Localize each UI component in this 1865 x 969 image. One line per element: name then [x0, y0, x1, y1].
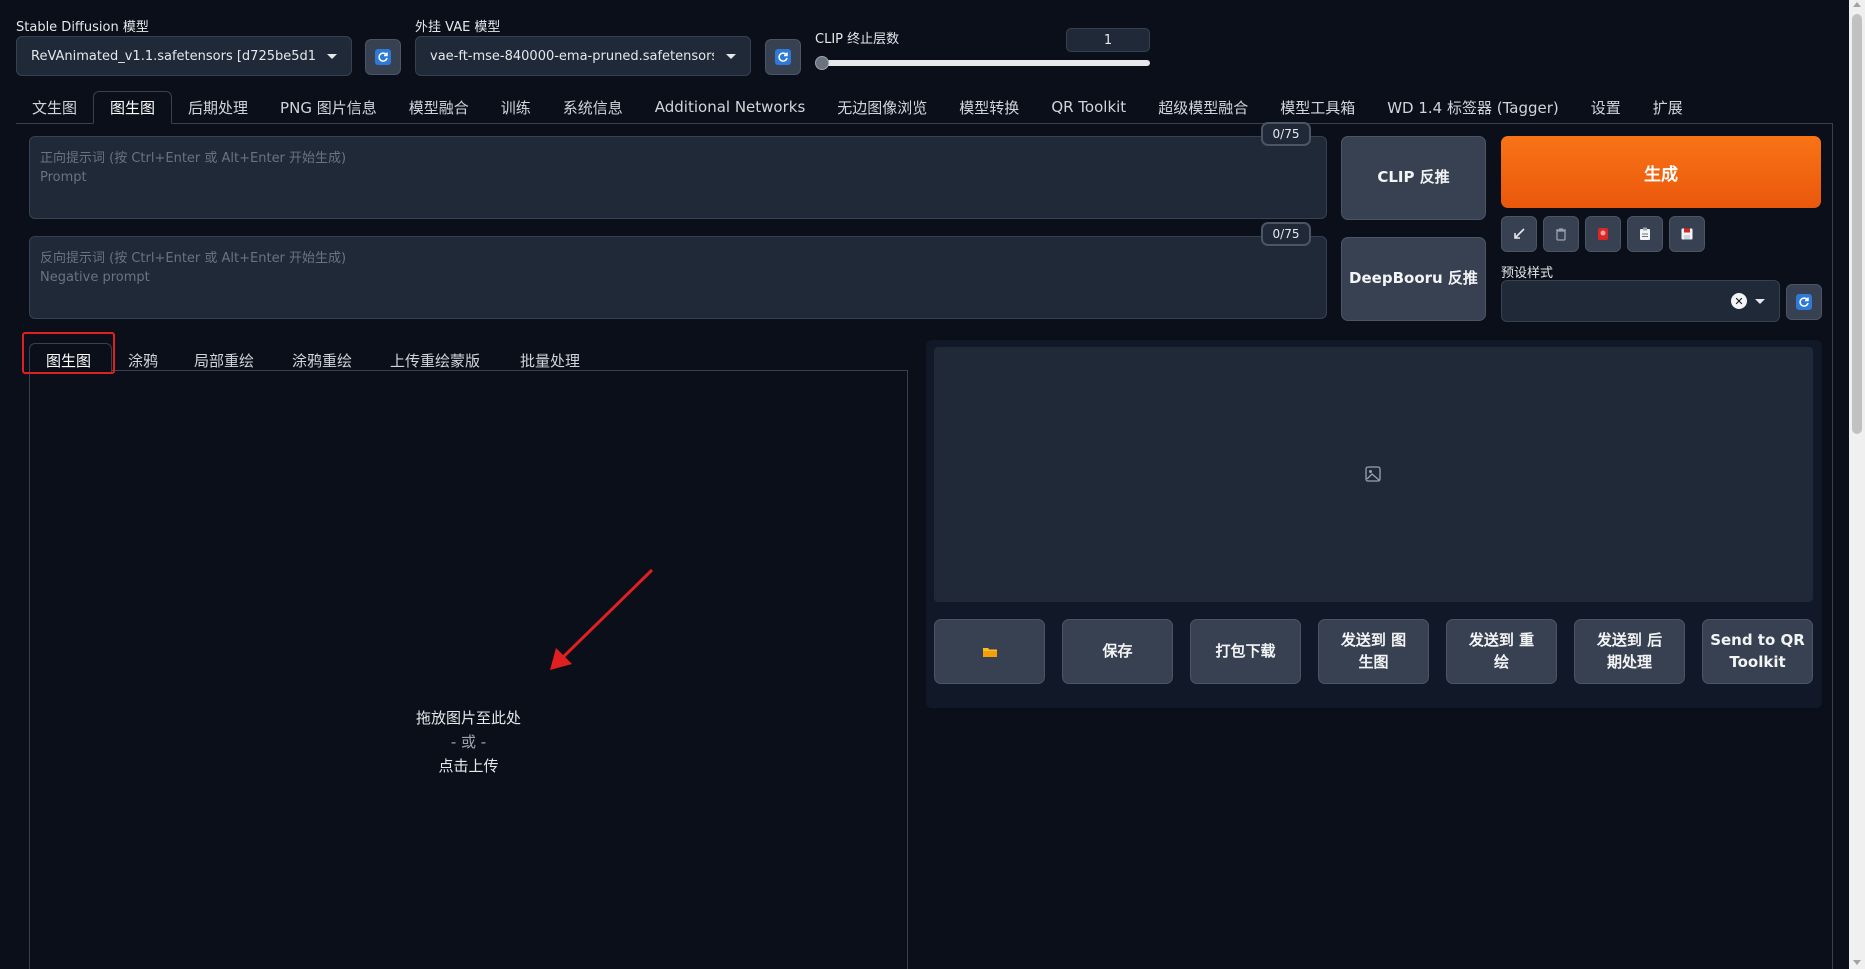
folder-icon — [982, 647, 997, 657]
upload-or-text: - 或 - — [450, 733, 487, 751]
tab-additional-networks[interactable]: Additional Networks — [639, 91, 822, 123]
negative-token-counter: 0/75 — [1261, 222, 1311, 246]
tab-super-merger[interactable]: 超级模型融合 — [1142, 91, 1264, 123]
output-gallery[interactable] — [934, 347, 1813, 602]
tab-qr-toolkit[interactable]: QR Toolkit — [1035, 91, 1142, 123]
refresh-vae-button[interactable] — [765, 39, 801, 75]
page-scrollbar-thumb[interactable] — [1852, 14, 1862, 434]
image-upload-area[interactable]: 拖放图片至此处 - 或 - 点击上传 — [29, 370, 908, 969]
refresh-styles-button[interactable] — [1786, 284, 1822, 320]
prompt-placeholder: 正向提示词 (按 Ctrl+Enter 或 Alt+Enter 开始生成) — [40, 151, 347, 166]
refresh-icon — [375, 49, 391, 65]
clear-icon[interactable]: ✕ — [1731, 293, 1747, 309]
negative-prompt-textarea[interactable]: 反向提示词 (按 Ctrl+Enter 或 Alt+Enter 开始生成) Ne… — [29, 236, 1327, 319]
tab-png-info[interactable]: PNG 图片信息 — [264, 91, 393, 123]
generate-button[interactable]: 生成 — [1501, 136, 1821, 208]
tab-model-toolkit[interactable]: 模型工具箱 — [1264, 91, 1371, 123]
negative-prompt-placeholder-en: Negative prompt — [40, 270, 150, 285]
annotation-highlight-box — [22, 332, 115, 374]
refresh-icon — [1796, 294, 1812, 310]
tab-system-info[interactable]: 系统信息 — [547, 91, 639, 123]
save-style-button[interactable] — [1669, 216, 1705, 252]
vae-model-value: vae-ft-mse-840000-ema-pruned.safetensors — [430, 48, 714, 64]
deepbooru-interrogate-button[interactable]: DeepBooru 反推 — [1341, 237, 1486, 321]
clip-skip-label: CLIP 终止层数 — [815, 32, 900, 47]
sd-model-dropdown[interactable]: ReVAnimated_v1.1.safetensors [d725be5d18… — [16, 36, 352, 76]
scroll-down-arrow-icon[interactable] — [1853, 960, 1861, 965]
upload-click-text[interactable]: 点击上传 — [30, 755, 907, 776]
clipboard-icon — [1640, 227, 1650, 240]
send-to-inpaint-label-1: 发送到 重 — [1468, 630, 1535, 649]
scroll-up-arrow-icon[interactable] — [1853, 2, 1861, 7]
clip-skip-slider[interactable] — [818, 60, 1150, 66]
clear-prompt-button[interactable] — [1543, 216, 1579, 252]
open-folder-button[interactable] — [934, 619, 1045, 684]
tab-model-converter[interactable]: 模型转换 — [943, 91, 1035, 123]
vae-model-label: 外挂 VAE 模型 — [415, 20, 501, 35]
send-to-inpaint-button[interactable]: 发送到 重 绘 — [1446, 619, 1557, 684]
vae-model-dropdown[interactable]: vae-ft-mse-840000-ema-pruned.safetensors — [415, 36, 751, 76]
send-to-extras-label-2: 期处理 — [1606, 652, 1652, 671]
tab-txt2img[interactable]: 文生图 — [16, 91, 93, 123]
send-to-qr-label-2: Toolkit — [1729, 652, 1786, 671]
clip-skip-slider-thumb[interactable] — [815, 56, 829, 70]
send-to-extras-button[interactable]: 发送到 后 期处理 — [1574, 619, 1685, 684]
prompt-token-counter: 0/75 — [1261, 122, 1311, 146]
tab-extras[interactable]: 后期处理 — [172, 91, 264, 123]
clip-interrogate-button[interactable]: CLIP 反推 — [1341, 136, 1486, 220]
negative-prompt-placeholder: 反向提示词 (按 Ctrl+Enter 或 Alt+Enter 开始生成) — [40, 251, 347, 266]
annotation-arrow — [550, 568, 654, 670]
styles-dropdown[interactable]: ✕ — [1501, 280, 1780, 322]
extra-networks-button[interactable] — [1585, 216, 1621, 252]
prompt-placeholder-en: Prompt — [40, 170, 87, 185]
send-to-img2img-label-2: 生图 — [1358, 652, 1389, 671]
zip-download-button[interactable]: 打包下载 — [1190, 619, 1301, 684]
tab-img2img[interactable]: 图生图 — [93, 91, 173, 124]
save-icon — [1681, 228, 1693, 240]
image-placeholder-icon — [1365, 466, 1381, 482]
apply-style-button[interactable] — [1627, 216, 1663, 252]
red-card-icon — [1598, 228, 1608, 240]
chevron-down-icon — [327, 53, 337, 59]
chevron-down-icon — [1755, 298, 1765, 304]
send-to-inpaint-label-2: 绘 — [1493, 652, 1509, 671]
chevron-down-icon — [726, 53, 736, 59]
trash-icon — [1556, 228, 1566, 241]
tab-settings[interactable]: 设置 — [1575, 91, 1637, 123]
main-tab-bar: 文生图 图生图 后期处理 PNG 图片信息 模型融合 训练 系统信息 Addit… — [16, 91, 1833, 124]
refresh-icon — [775, 49, 791, 65]
send-to-img2img-label-1: 发送到 图 — [1340, 630, 1407, 649]
read-params-button[interactable] — [1501, 216, 1537, 252]
tab-infinite-browser[interactable]: 无边图像浏览 — [821, 91, 943, 123]
sd-model-value: ReVAnimated_v1.1.safetensors [d725be5d18… — [31, 48, 315, 64]
tab-tagger[interactable]: WD 1.4 标签器 (Tagger) — [1371, 91, 1575, 123]
tab-train[interactable]: 训练 — [485, 91, 547, 123]
refresh-sd-model-button[interactable] — [365, 39, 401, 75]
send-to-extras-label-1: 发送到 后 — [1596, 630, 1663, 649]
upload-drop-text: 拖放图片至此处 — [415, 709, 521, 727]
arrow-icon — [1514, 228, 1525, 239]
clip-skip-input[interactable]: 1 — [1066, 28, 1150, 52]
sd-model-label: Stable Diffusion 模型 — [16, 20, 149, 35]
send-to-qr-label-1: Send to QR — [1710, 630, 1805, 649]
send-to-img2img-button[interactable]: 发送到 图 生图 — [1318, 619, 1429, 684]
send-to-qr-toolkit-button[interactable]: Send to QR Toolkit — [1702, 619, 1813, 684]
save-button[interactable]: 保存 — [1062, 619, 1173, 684]
styles-label: 预设样式 — [1501, 266, 1554, 281]
content-right-border — [1832, 124, 1833, 969]
prompt-textarea[interactable]: 正向提示词 (按 Ctrl+Enter 或 Alt+Enter 开始生成) Pr… — [29, 136, 1327, 219]
tab-extensions[interactable]: 扩展 — [1637, 91, 1699, 123]
tab-checkpoint-merger[interactable]: 模型融合 — [393, 91, 485, 123]
